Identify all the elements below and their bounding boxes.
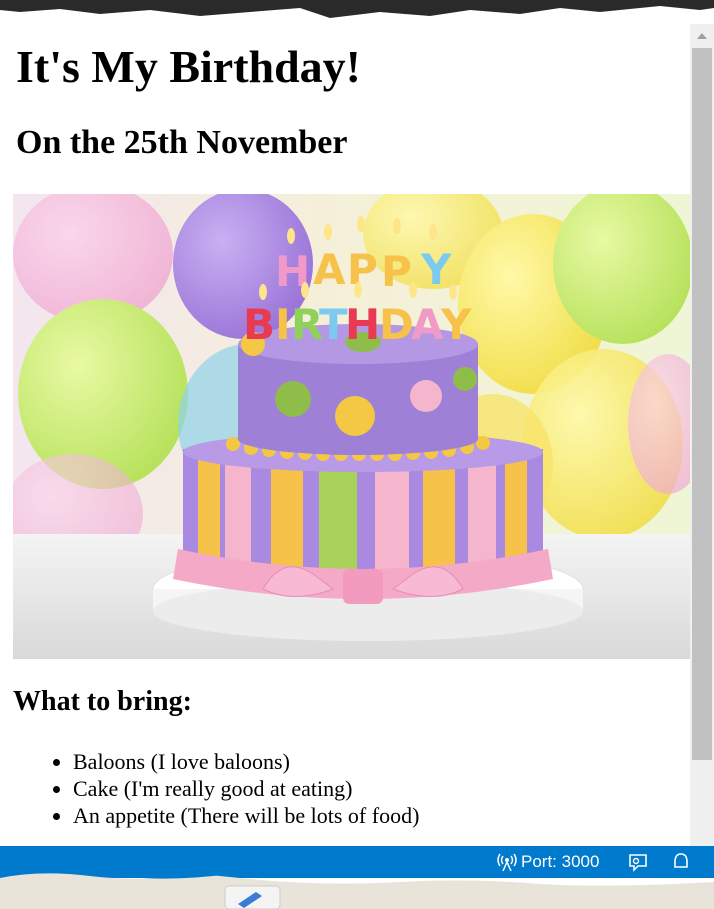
list-item: Cake (I'm really good at eating) [73,775,419,802]
svg-text:T: T [319,300,348,349]
svg-text:Y: Y [440,300,472,349]
svg-text:P: P [347,245,378,294]
svg-text:H: H [345,300,380,349]
svg-text:P: P [381,247,412,296]
torn-page-edge [0,871,714,909]
feedback-icon[interactable] [626,852,648,874]
vertical-scrollbar[interactable] [690,24,714,846]
scroll-up-icon[interactable] [690,24,714,46]
bring-heading: What to bring: [13,686,192,717]
list-item: Baloons (I love baloons) [73,748,419,775]
bring-list: Baloons (I love baloons) Cake (I'm reall… [73,748,419,829]
broadcast-icon [497,853,517,871]
svg-text:B: B [243,300,275,349]
scroll-thumb[interactable] [692,48,712,760]
svg-text:Y: Y [420,245,452,294]
bell-icon[interactable] [672,852,690,874]
page-subtitle: On the 25th November [16,124,348,161]
svg-text:A: A [411,300,444,349]
svg-text:I: I [275,300,291,349]
list-item: An appetite (There will be lots of food) [73,802,419,829]
birthday-cake-image: H A P P Y B I R T H D A Y [13,194,690,659]
window-top-edge [0,0,714,24]
svg-text:D: D [379,300,414,349]
browser-viewport: It's My Birthday! On the 25th November H… [0,24,690,846]
page-title: It's My Birthday! [16,41,361,92]
port-status-item[interactable]: Port: 3000 [497,850,599,874]
svg-text:A: A [313,245,346,294]
port-label: Port: 3000 [521,852,600,871]
